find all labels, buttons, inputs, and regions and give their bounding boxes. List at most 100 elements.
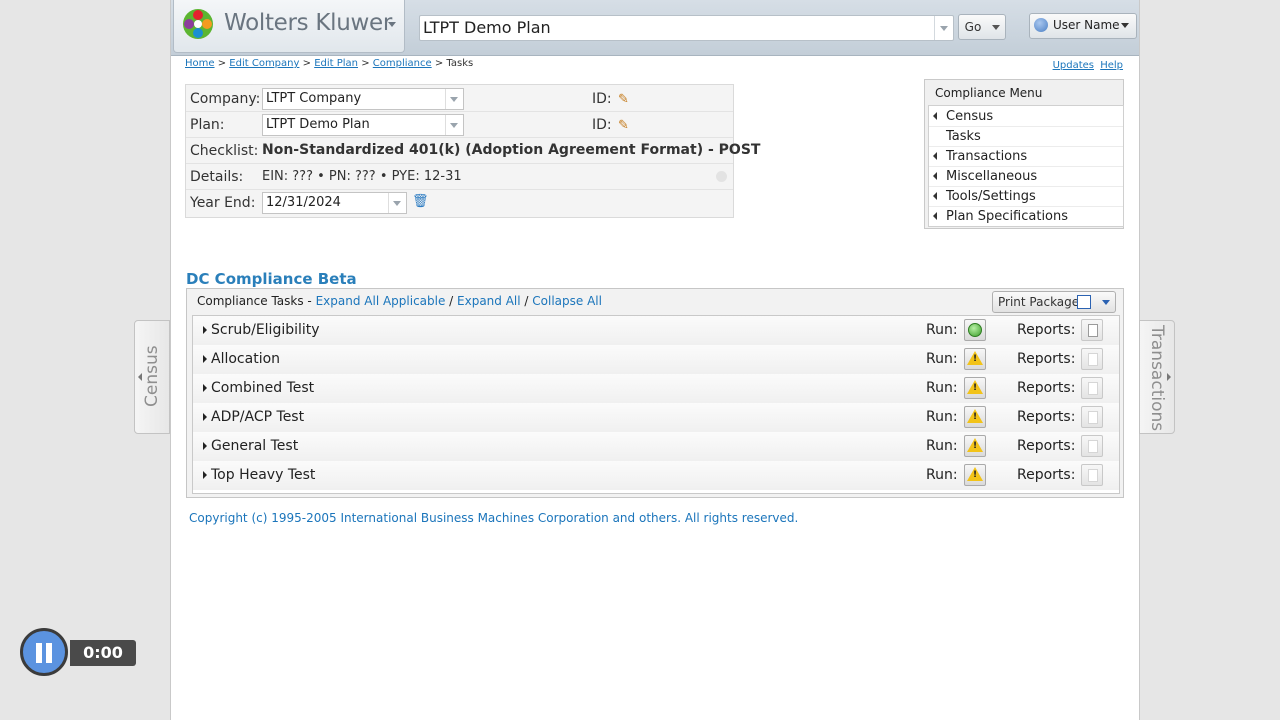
plan-label: Plan: — [190, 117, 225, 133]
task-row-scrub-eligibility[interactable]: Scrub/Eligibility Run: Reports: — [193, 316, 1119, 346]
chevron-down-icon — [940, 26, 948, 31]
company-select[interactable]: LTPT Company — [262, 88, 464, 110]
reports-button — [1081, 406, 1103, 428]
print-package-dropdown[interactable] — [1097, 291, 1116, 313]
menu-item-tools-settings[interactable]: Tools/Settings — [929, 186, 1123, 207]
transactions-side-tab-label: Transactions — [1147, 325, 1167, 432]
reports-button[interactable] — [1081, 319, 1103, 341]
edit-company-id-pencil-icon[interactable]: ✎ — [618, 92, 629, 107]
expand-triangle-icon[interactable] — [203, 471, 207, 479]
company-select-dropdown[interactable] — [445, 89, 463, 109]
task-row-adp-acp-test[interactable]: ADP/ACP Test Run: ! Reports: — [193, 403, 1119, 433]
menu-item-tasks[interactable]: Tasks — [929, 126, 1123, 147]
breadcrumb-edit-plan[interactable]: Edit Plan — [314, 58, 358, 69]
breadcrumb-separator: > — [361, 58, 370, 69]
menu-item-census[interactable]: Census — [929, 106, 1123, 127]
chevron-down-icon — [450, 123, 458, 128]
run-button[interactable]: ! — [964, 348, 986, 370]
menu-item-plan-specifications[interactable]: Plan Specifications — [929, 206, 1123, 226]
menu-item-label: Tools/Settings — [946, 189, 1036, 204]
breadcrumb-current: Tasks — [446, 58, 474, 69]
run-label: Run: — [926, 409, 958, 425]
info-icon[interactable] — [716, 171, 727, 182]
plan-select-value: LTPT Demo Plan — [266, 117, 370, 132]
expand-triangle-icon[interactable] — [203, 326, 207, 334]
menu-item-transactions[interactable]: Transactions — [929, 146, 1123, 167]
run-label: Run: — [926, 351, 958, 367]
chevron-left-icon — [933, 212, 937, 220]
breadcrumb-compliance[interactable]: Compliance — [373, 58, 432, 69]
reports-label: Reports: — [1017, 322, 1076, 338]
playback-time: 0:00 — [70, 640, 136, 666]
document-icon — [1088, 469, 1098, 482]
menu-item-miscellaneous[interactable]: Miscellaneous — [929, 166, 1123, 187]
task-row-general-test[interactable]: General Test Run: ! Reports: — [193, 432, 1119, 462]
video-player-controls: 0:00 — [20, 628, 136, 680]
expand-triangle-icon[interactable] — [203, 355, 207, 363]
task-name: ADP/ACP Test — [211, 409, 305, 425]
chevron-down-icon — [992, 25, 1000, 30]
run-button[interactable]: ! — [964, 377, 986, 399]
year-end-select[interactable]: 12/31/2024 — [262, 192, 407, 214]
plan-selector-dropdown[interactable] — [934, 16, 953, 40]
task-row-top-heavy-test[interactable]: Top Heavy Test Run: ! Reports: — [193, 461, 1119, 490]
company-id-label: ID: — [592, 91, 612, 107]
app-header: Wolters Kluwer LTPT Demo Plan Go User Na… — [171, 0, 1139, 56]
transactions-side-tab[interactable]: Transactions — [1139, 320, 1175, 434]
breadcrumb-home[interactable]: Home — [185, 58, 215, 69]
expand-all-applicable-link[interactable]: Expand All Applicable — [316, 294, 446, 308]
task-row-combined-test[interactable]: Combined Test Run: ! Reports: — [193, 374, 1119, 404]
user-menu-button[interactable]: User Name — [1029, 13, 1137, 39]
updates-link[interactable]: Updates — [1053, 60, 1094, 71]
logo-menu-button[interactable]: Wolters Kluwer — [173, 0, 405, 53]
run-button[interactable]: ! — [964, 464, 986, 486]
task-name: Top Heavy Test — [211, 467, 316, 483]
print-package-button[interactable]: Print Package — [992, 291, 1098, 313]
census-side-tab[interactable]: Census — [134, 320, 170, 434]
breadcrumb-edit-company[interactable]: Edit Company — [229, 58, 299, 69]
pause-icon — [36, 643, 42, 663]
reports-button — [1081, 377, 1103, 399]
menu-item-label: Census — [946, 109, 994, 124]
run-button[interactable]: ! — [964, 435, 986, 457]
compliance-menu: Compliance Menu Census Tasks Transaction… — [924, 79, 1124, 229]
collapse-all-link[interactable]: Collapse All — [532, 294, 602, 308]
task-row-allocation[interactable]: Allocation Run: ! Reports: — [193, 345, 1119, 375]
reports-label: Reports: — [1017, 467, 1076, 483]
plan-select-dropdown[interactable] — [445, 115, 463, 135]
run-button[interactable]: ! — [964, 406, 986, 428]
details-value: EIN: ??? • PN: ??? • PYE: 12-31 — [262, 169, 462, 184]
help-link[interactable]: Help — [1100, 60, 1123, 71]
task-list: Scrub/Eligibility Run: Reports: Allocati… — [192, 315, 1120, 494]
expand-triangle-icon[interactable] — [203, 413, 207, 421]
go-dropdown-button[interactable] — [987, 14, 1006, 40]
expand-all-link[interactable]: Expand All — [457, 294, 521, 308]
plan-select[interactable]: LTPT Demo Plan — [262, 114, 464, 136]
reports-label: Reports: — [1017, 351, 1076, 367]
pause-button[interactable] — [20, 628, 68, 676]
breadcrumb-separator: > — [302, 58, 311, 69]
chevron-left-icon — [933, 192, 937, 200]
help-links: Updates Help — [1050, 60, 1123, 71]
expand-triangle-icon[interactable] — [203, 442, 207, 450]
reports-button — [1081, 464, 1103, 486]
expand-triangle-icon[interactable] — [203, 384, 207, 392]
year-end-label: Year End: — [190, 195, 256, 211]
reports-button — [1081, 348, 1103, 370]
plan-id-label: ID: — [592, 117, 612, 133]
company-select-value: LTPT Company — [266, 91, 362, 106]
year-end-dropdown[interactable] — [388, 193, 406, 213]
chevron-down-icon — [1121, 23, 1129, 28]
reports-label: Reports: — [1017, 409, 1076, 425]
edit-plan-id-pencil-icon[interactable]: ✎ — [618, 118, 629, 133]
plan-selector[interactable]: LTPT Demo Plan — [419, 15, 954, 41]
run-label: Run: — [926, 438, 958, 454]
go-button[interactable]: Go — [958, 14, 988, 40]
document-icon — [1088, 382, 1098, 395]
globe-icon — [1034, 18, 1048, 32]
census-side-tab-label: Census — [142, 345, 162, 407]
run-button[interactable] — [964, 319, 986, 341]
year-end-value: 12/31/2024 — [266, 195, 341, 210]
delete-year-trash-icon[interactable]: 🗑 — [412, 194, 429, 209]
task-name: Combined Test — [211, 380, 315, 396]
